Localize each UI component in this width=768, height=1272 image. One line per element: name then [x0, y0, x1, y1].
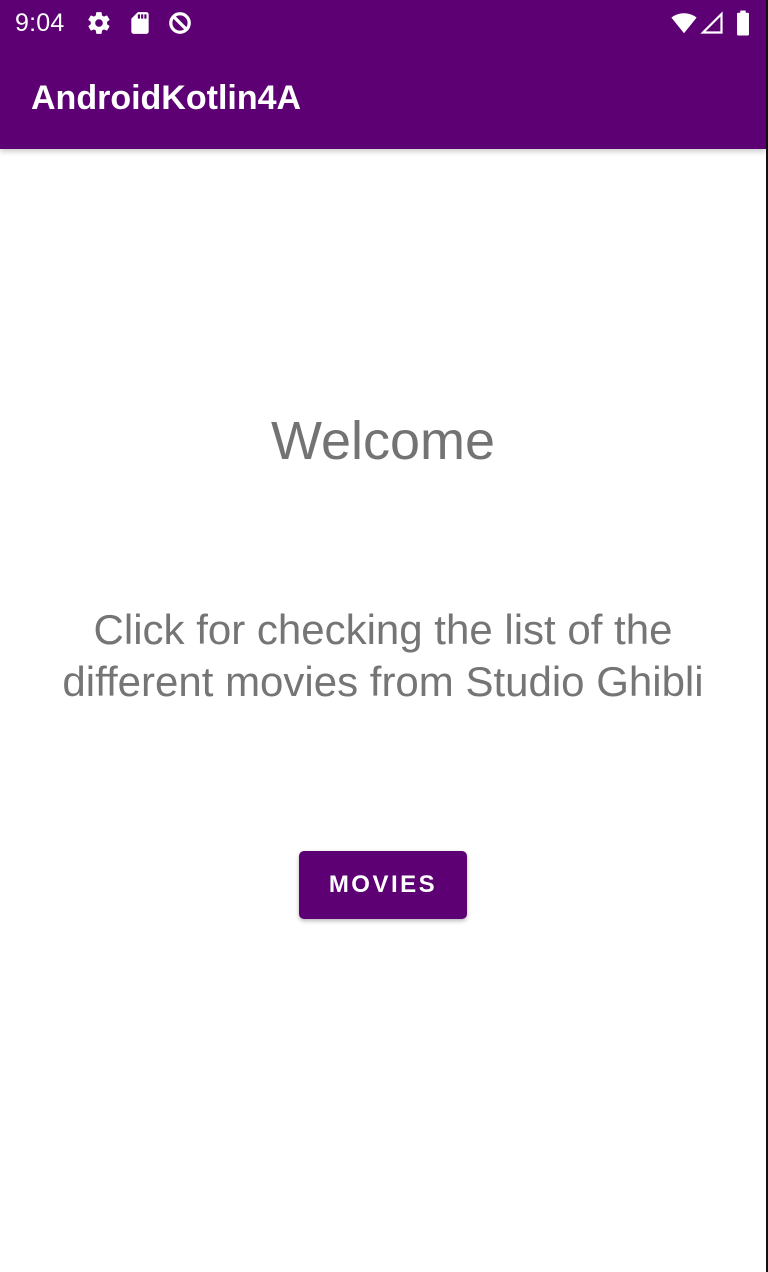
gear-icon: [86, 10, 112, 36]
app-bar: AndroidKotlin4A: [0, 45, 766, 149]
sd-card-icon: [127, 10, 153, 36]
status-time: 9:04: [15, 9, 65, 37]
movies-button[interactable]: MOVIES: [299, 851, 467, 919]
app-title: AndroidKotlin4A: [31, 79, 302, 117]
wifi-icon: [670, 10, 698, 36]
status-bar: 9:04: [0, 0, 766, 45]
description-text: Click for checking the list of the diffe…: [62, 606, 704, 705]
do-not-disturb-icon: [167, 10, 193, 36]
battery-icon: [734, 10, 752, 36]
welcome-heading: Welcome: [270, 411, 496, 471]
app-screen: 9:04 AndroidKotlin4A Welcome Click for c…: [0, 0, 768, 1272]
cell-signal-icon: [700, 10, 724, 36]
